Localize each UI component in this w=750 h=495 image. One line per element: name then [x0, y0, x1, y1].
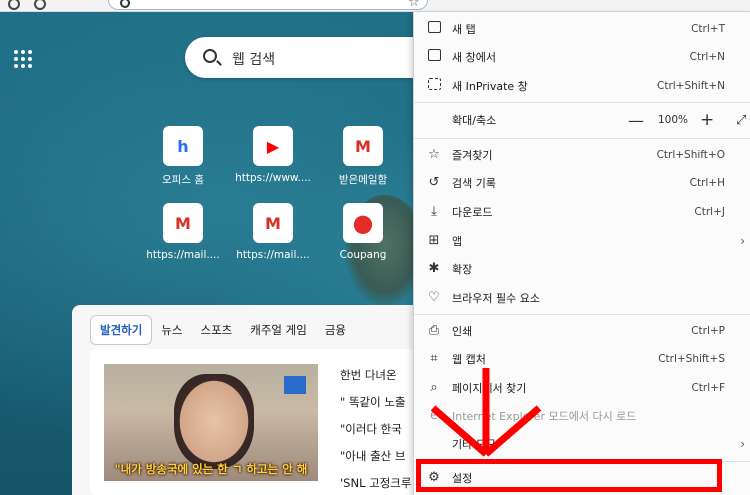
menu-item-extensions[interactable]: ✱ 확장 [414, 255, 750, 283]
app-launcher-icon[interactable] [14, 50, 32, 68]
thumbnail-caption: "내가 방송국에 있는 한 ㄱ 하고는 안 해 [114, 462, 308, 476]
menu-separator [414, 138, 750, 139]
headline-list: 한번 다녀온 " 똑같이 노출 "이러다 한국 "아내 출산 브 'SNL 고정… [340, 367, 411, 495]
menu-item-shortcut: Ctrl+N [689, 51, 725, 63]
quick-link-label: 받은메일함 [338, 174, 388, 186]
quick-link-label: https://mail.... [236, 249, 310, 261]
coupang-icon: ● [343, 203, 383, 243]
tab-finance[interactable]: 금융 [316, 316, 355, 344]
menu-separator [414, 102, 750, 103]
menu-item-print[interactable]: ⎙ 인쇄 Ctrl+P [414, 317, 750, 345]
browser-essentials-icon: ♡ [428, 290, 440, 305]
headline-item[interactable]: 한번 다녀온 [340, 367, 411, 385]
youtube-icon: ▶ [253, 126, 293, 166]
quick-link-tile[interactable]: M https://mail.... [143, 203, 223, 261]
broadcaster-logo [284, 376, 306, 394]
settings-highlight-box [416, 459, 722, 492]
menu-item-shortcut: Ctrl+Shift+S [658, 353, 725, 365]
favorites-icon: ☆ [428, 147, 440, 162]
zoom-out-button[interactable]: — [628, 111, 644, 130]
headline-item[interactable]: " 똑같이 노출 [340, 394, 411, 412]
menu-item-apps[interactable]: ⊞ 앱 › [414, 227, 750, 255]
menu-item-label: 검색 기록 [452, 177, 496, 190]
web-capture-icon: ⌗ [430, 351, 438, 366]
menu-item-zoom: 확대/축소 — 100% + ⤢ [414, 106, 750, 134]
quick-link-tile[interactable]: h 오피스 홈 [143, 126, 223, 187]
quick-link-label: https://mail.... [146, 249, 220, 261]
thumbnail-person [174, 374, 254, 469]
history-icon: ↺ [428, 175, 440, 190]
gmail-icon: M [163, 203, 203, 243]
zoom-level: 100% [658, 114, 689, 126]
menu-item-label: 인쇄 [452, 325, 473, 338]
zoom-in-button[interactable]: + [700, 110, 714, 130]
menu-item-label: 새 InPrivate 창 [452, 80, 528, 93]
chevron-right-icon: › [740, 234, 745, 248]
menu-item-inprivate-window[interactable]: 새 InPrivate 창 Ctrl+Shift+N [414, 72, 750, 100]
menu-item-favorites[interactable]: ☆ 즐겨찾기 Ctrl+Shift+O [414, 141, 750, 169]
search-placeholder: 웹 검색 [232, 52, 276, 68]
office-home-icon: h [163, 126, 203, 166]
menu-item-label: 확대/축소 [452, 114, 497, 127]
browser-toolbar: ☆ [0, 0, 750, 12]
headline-item[interactable]: "아내 출산 브 [340, 448, 411, 466]
menu-item-label: 앱 [452, 235, 463, 248]
headline-item[interactable]: 'SNL 고정크루 [340, 475, 411, 493]
news-card[interactable]: "내가 방송국에 있는 한 ㄱ 하고는 안 해 한번 다녀온 " 똑같이 노출 … [90, 349, 422, 495]
tab-casual-games[interactable]: 캐주얼 게임 [241, 316, 316, 344]
menu-item-shortcut: Ctrl+P [691, 325, 725, 337]
feed-tabs: 발견하기 뉴스 스포츠 캐주얼 게임 금융 [90, 315, 355, 345]
menu-item-label: 다운로드 [452, 206, 493, 219]
inprivate-icon [426, 78, 442, 94]
menu-item-browser-essentials[interactable]: ♡ 브라우저 필수 요소 [414, 284, 750, 312]
menu-separator [414, 314, 750, 315]
favorite-star-icon[interactable]: ☆ [408, 0, 420, 10]
menu-item-label: 브라우저 필수 요소 [452, 292, 540, 305]
tab-news[interactable]: 뉴스 [152, 316, 191, 344]
quick-link-label: https://www.... [235, 172, 311, 184]
gmail-icon: M [253, 203, 293, 243]
new-tab-icon [426, 21, 442, 37]
menu-item-shortcut: Ctrl+T [691, 23, 725, 35]
mail-icon: M [343, 126, 383, 166]
menu-item-new-window[interactable]: 새 창에서 Ctrl+N [414, 43, 750, 71]
quick-link-tile[interactable]: M https://mail.... [233, 203, 313, 261]
menu-item-shortcut: Ctrl+Shift+N [657, 80, 725, 92]
address-bar[interactable] [108, 0, 428, 10]
web-search-box[interactable]: 웹 검색 [185, 37, 435, 78]
new-window-icon [426, 49, 442, 65]
apps-icon: ⊞ [428, 233, 440, 248]
menu-item-shortcut: Ctrl+J [694, 206, 725, 218]
menu-item-label: 확장 [452, 263, 473, 276]
print-icon: ⎙ [428, 323, 440, 338]
menu-item-shortcut: Ctrl+H [689, 177, 725, 189]
chevron-right-icon: › [740, 437, 745, 451]
refresh-icon[interactable] [34, 0, 46, 10]
tab-discover[interactable]: 발견하기 [90, 315, 153, 345]
quick-link-tile[interactable]: ▶ https://www.... [233, 126, 313, 184]
news-feed-panel: 발견하기 뉴스 스포츠 캐주얼 게임 금융 "내가 방송국에 있는 한 ㄱ 하고… [72, 305, 422, 495]
menu-item-shortcut: Ctrl+Shift+O [656, 149, 725, 161]
fullscreen-icon[interactable]: ⤢ [736, 113, 746, 128]
back-icon[interactable] [8, 0, 20, 10]
search-icon [203, 49, 217, 63]
headline-item[interactable]: "이러다 한국 [340, 421, 411, 439]
quick-link-tile[interactable]: M 받은메일함 [323, 126, 403, 187]
menu-item-new-tab[interactable]: 새 탭 Ctrl+T [414, 15, 750, 43]
red-annotation-arrow [430, 368, 542, 457]
quick-link-tile[interactable]: ● Coupang [323, 203, 403, 261]
menu-item-shortcut: Ctrl+F [691, 382, 725, 394]
menu-item-label: 새 탭 [452, 23, 476, 36]
tab-sports[interactable]: 스포츠 [192, 316, 242, 344]
menu-item-label: 웹 캡처 [452, 353, 486, 366]
menu-item-label: 새 창에서 [452, 51, 496, 64]
quick-link-label: 오피스 홈 [162, 174, 204, 186]
download-icon: ⤓ [431, 204, 437, 219]
menu-item-downloads[interactable]: ⤓ 다운로드 Ctrl+J [414, 198, 750, 226]
menu-item-label: 즐겨찾기 [452, 149, 493, 162]
quick-link-label: Coupang [339, 249, 387, 261]
extensions-icon: ✱ [428, 261, 440, 276]
news-thumbnail[interactable]: "내가 방송국에 있는 한 ㄱ 하고는 안 해 [104, 364, 318, 481]
menu-item-history[interactable]: ↺ 검색 기록 Ctrl+H [414, 169, 750, 197]
